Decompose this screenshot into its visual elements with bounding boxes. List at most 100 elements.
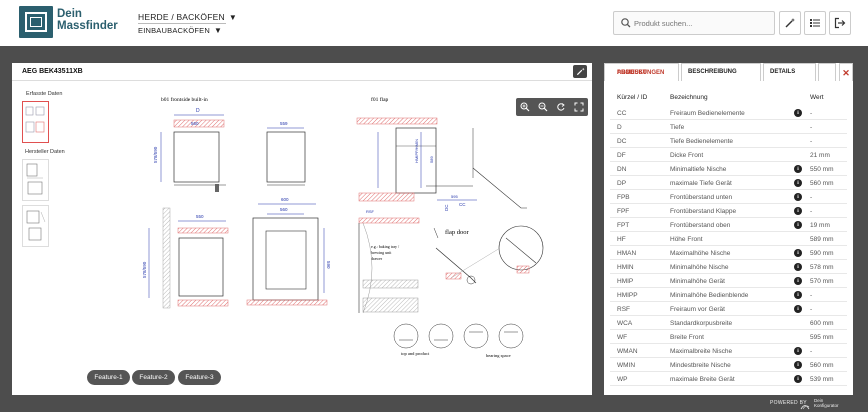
tab-label: ABMESSUNGEN [617,70,665,76]
bearing-details: top and product bearing space [393,323,524,358]
row-id: RSF [617,306,630,313]
info-icon[interactable]: i [794,193,802,201]
search-input[interactable] [634,16,769,31]
row-value: 560 mm [810,362,834,369]
row-value: - [810,292,813,299]
oven-niche-side: 550 578/590 [142,207,229,309]
oven-niche-front: 600 560 590 [246,197,331,306]
info-icon[interactable]: i [794,263,802,271]
tab-details[interactable]: DETAILS [763,63,816,81]
row-id: FPF [617,208,630,215]
info-icon[interactable]: i [794,207,802,215]
list-button[interactable] [804,11,826,35]
tab-product-dimensions[interactable]: PRODUKT ABMESSUNGEN [604,63,679,81]
column-header-id: Kürzel / ID [617,94,648,101]
logout-button[interactable] [829,11,851,35]
column-header-name: Bezeichnung [670,94,708,101]
row-id: FPT [617,222,630,229]
table-row: HF Höhe Front 589 mm [610,232,847,246]
feature-1-button[interactable]: Feature-1 [87,370,130,385]
info-icon[interactable]: i [794,179,802,187]
row-name: Breite Front [670,334,704,341]
zoom-in-button[interactable] [519,101,531,113]
table-row: FPB Frontüberstand unten i - [610,190,847,204]
table-row: D Tiefe - [610,120,847,134]
thumbnail-manufacturer-2[interactable] [22,205,49,247]
row-name: Frontüberstand oben [670,222,731,229]
row-value: 21 mm [810,152,830,159]
row-value: 539 mm [810,376,834,383]
tab-description[interactable]: BESCHREIBUNG [681,63,761,81]
manufacturer-data-label: Hersteller Daten [25,149,65,155]
drawing-annotation: brewing unit [371,250,392,255]
row-value: - [810,110,813,117]
svg-text:589: 589 [429,156,434,163]
brand-logo[interactable]: Dein Konfigurator [800,398,852,410]
zoom-out-icon [538,102,548,112]
drawing-annotation: flap door [445,229,469,236]
info-icon[interactable]: i [794,221,802,229]
info-icon[interactable]: i [794,305,802,313]
zoom-in-icon [520,102,530,112]
drawing-annotation: top and product [401,351,430,356]
subcategory-label: EINBAUBACKÖFEN [138,26,210,35]
row-value: 570 mm [810,278,834,285]
info-icon[interactable]: i [794,347,802,355]
table-row: CC Freiraum Bedienelemente i - [610,106,847,120]
row-id: FPB [617,194,630,201]
captured-data-label: Erfasste Daten [26,91,63,97]
info-icon[interactable]: i [794,165,802,173]
dim-label: 600 [281,197,289,202]
brand-line-2: Konfigurator [814,403,839,408]
row-value: 590 mm [810,250,834,257]
thumbnail-captured[interactable] [22,101,49,143]
info-icon[interactable]: i [794,109,802,117]
chevron-down-icon: ▼ [213,26,223,35]
table-row: DN Minimaltiefe Nische i 550 mm [610,162,847,176]
info-icon[interactable]: i [794,277,802,285]
info-icon[interactable]: i [794,375,802,383]
flap-door-drawing: flap door [433,225,544,285]
row-id: CC [617,110,627,117]
drawing-annotation: drawer [371,256,383,261]
row-id: WCA [617,320,633,327]
logo-icon[interactable] [19,6,53,38]
magic-wand-button[interactable] [779,11,801,35]
chevron-down-icon: ▼ [228,13,237,22]
row-name: Freiraum Bedienelemente [670,110,745,117]
row-value: - [810,348,813,355]
table-row: DF Dicke Front 21 mm [610,148,847,162]
logo-line-1: Dein [57,8,82,20]
dim-label: RSF [366,209,375,214]
close-icon[interactable]: ✕ [839,63,853,81]
info-icon[interactable]: i [794,249,802,257]
table-row: WMAN Maximalbreite Nische i - [610,344,847,358]
edit-button[interactable] [573,65,587,78]
feature-2-button[interactable]: Feature-2 [132,370,175,385]
app-header: Dein Massfinder HERDE / BACKÖFEN ▼ EINBAU… [0,0,868,46]
category-label: HERDE / BACKÖFEN [138,12,225,22]
rotate-button[interactable] [555,101,567,113]
row-value: - [810,208,813,215]
subcategory-dropdown[interactable]: EINBAUBACKÖFEN ▼ [138,26,222,35]
tab-bar: PRODUKT ABMESSUNGEN BESCHREIBUNG DETAILS … [604,63,853,81]
row-name: maximale Breite Gerät [670,376,735,383]
logo-text[interactable]: Dein Massfinder [57,8,127,32]
row-id: DP [617,180,627,187]
row-name: Standardkorpusbreite [670,320,733,327]
feature-3-button[interactable]: Feature-3 [178,370,221,385]
zoom-out-button[interactable] [537,101,549,113]
info-icon[interactable]: i [794,361,802,369]
thumbnail-manufacturer-1[interactable] [22,159,49,201]
row-name: Mindestbreite Nische [670,362,731,369]
row-value: - [810,194,813,201]
category-dropdown[interactable]: HERDE / BACKÖFEN ▼ [138,12,237,22]
technical-drawing: b01 frontside built-in f01 flap D 560 57… [142,96,544,358]
row-id: DF [617,152,626,159]
product-title: AEG BEK43511XB [22,68,83,75]
row-name: Dicke Front [670,152,704,159]
fullscreen-button[interactable] [573,101,585,113]
dim-label: CC [459,202,466,207]
info-icon[interactable]: i [794,291,802,299]
search-box[interactable] [613,11,775,35]
